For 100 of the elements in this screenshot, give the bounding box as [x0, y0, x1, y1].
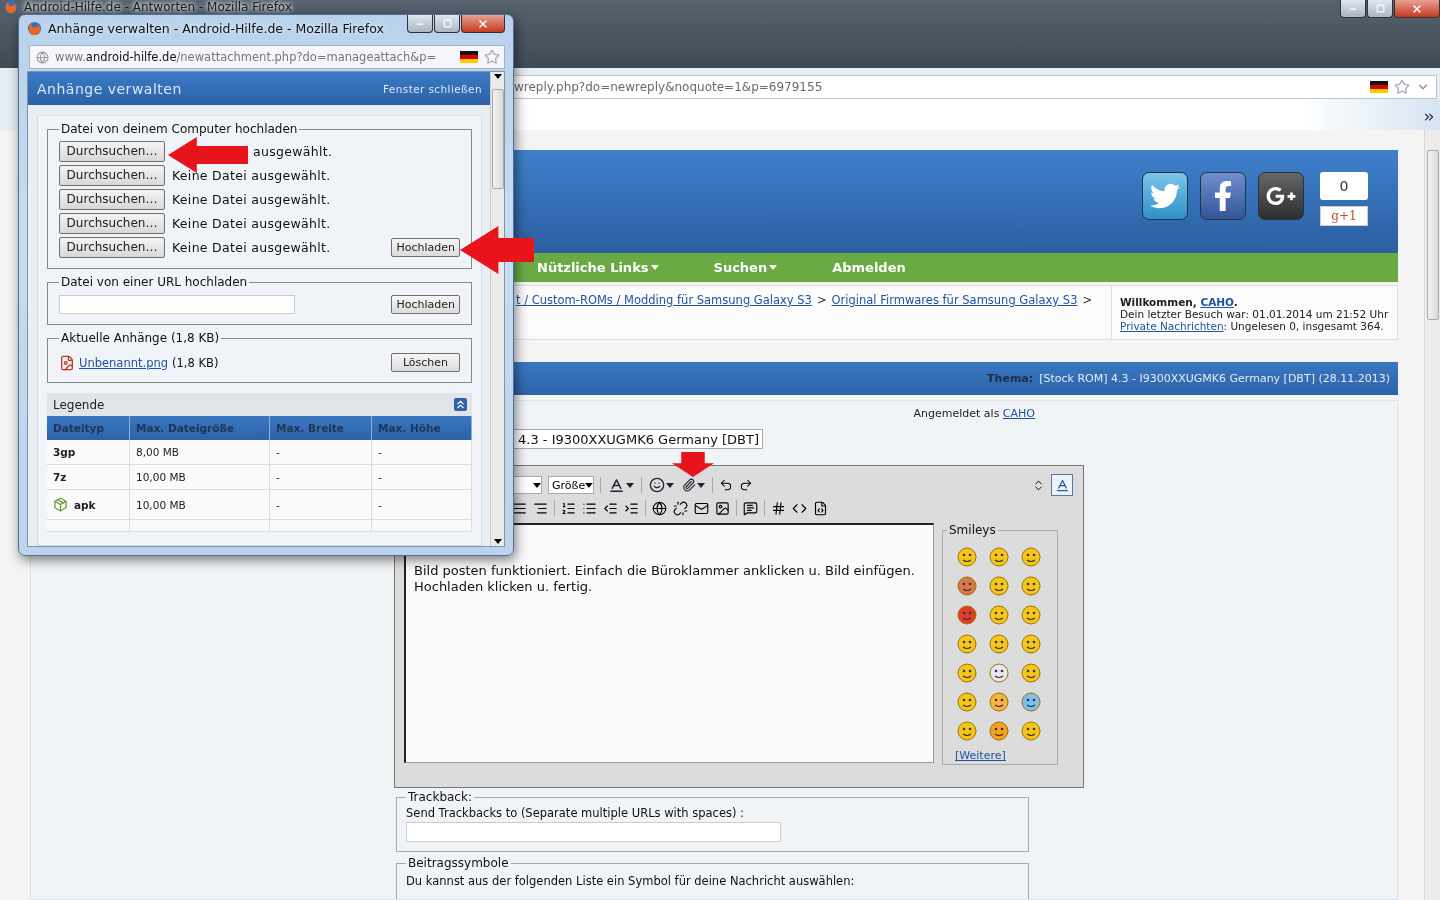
smiley-icon[interactable] [957, 721, 977, 741]
trackback-label: Send Trackbacks to (Separate multiple URLs with spaces) : [406, 806, 745, 820]
globe-icon[interactable] [652, 500, 667, 516]
smiley-icon[interactable] [989, 634, 1009, 654]
url-field[interactable] [59, 295, 295, 314]
browse-button[interactable]: Durchsuchen… [59, 236, 165, 258]
close-button[interactable] [1394, 0, 1440, 18]
undo-icon[interactable] [719, 478, 733, 492]
browse-button[interactable]: Durchsuchen… [59, 140, 165, 162]
smiley-icon[interactable] [1021, 634, 1041, 654]
close-icon [477, 17, 489, 30]
caret-icon [493, 539, 502, 544]
smiley-icon[interactable] [957, 692, 977, 712]
smiley-icon[interactable] [957, 605, 977, 625]
column-header: Dateityp [47, 416, 130, 440]
image-icon[interactable] [715, 500, 730, 516]
smiley-icon[interactable] [1021, 663, 1041, 683]
smiley-icon[interactable] [989, 547, 1009, 567]
minimize-button[interactable] [407, 15, 433, 33]
subject-field[interactable]: 4.3 - I9300XXUGMK6 Germany [DBT] [511, 429, 763, 449]
star-icon[interactable] [1394, 79, 1410, 95]
scrollbar[interactable] [1424, 130, 1440, 900]
redo-icon[interactable] [739, 478, 753, 492]
minimize-button[interactable] [1340, 0, 1366, 18]
caret-icon [493, 74, 502, 79]
close-window-link[interactable]: Fenster schließen [383, 82, 482, 95]
more-link[interactable]: [Weitere] [955, 749, 1006, 762]
format-toggle-button[interactable] [1051, 474, 1073, 496]
messages-link[interactable]: Private Nachrichten [1120, 320, 1224, 332]
smiley-icon[interactable] [957, 576, 977, 596]
scrollbar[interactable] [490, 72, 504, 546]
user-link[interactable]: CAHO [1200, 296, 1234, 308]
smiley-button[interactable] [648, 476, 675, 494]
attachment-link[interactable]: Unbenannt.png [79, 355, 169, 370]
breadcrumb-separator: > [816, 293, 827, 309]
resize-icon[interactable] [1032, 478, 1045, 492]
package-icon [53, 497, 68, 512]
smiley-icon[interactable] [989, 721, 1009, 741]
chevron-icon[interactable] [1422, 110, 1436, 124]
align-right-icon[interactable] [533, 500, 548, 516]
indent-icon[interactable] [624, 500, 639, 516]
smiley-icon[interactable] [989, 692, 1009, 712]
numbered-list-icon[interactable] [561, 500, 576, 516]
close-button[interactable] [461, 15, 505, 33]
social-button[interactable] [1200, 172, 1246, 220]
table-cell: 10,00 MB [130, 490, 270, 520]
column-header: Max. Höhe [372, 416, 472, 440]
maximize-button[interactable] [1367, 0, 1393, 18]
image-file-icon [59, 354, 75, 371]
delete-button[interactable]: Löschen [391, 353, 460, 372]
smileys-legend: Smileys [947, 523, 998, 537]
smiley-icon[interactable] [1021, 692, 1041, 712]
attachment-button[interactable] [681, 476, 706, 494]
smiley-icon [649, 477, 665, 493]
smiley-icon[interactable] [957, 663, 977, 683]
scrollbar-thumb[interactable] [491, 89, 504, 189]
mail-icon[interactable] [694, 500, 709, 516]
smiley-icon[interactable] [957, 634, 977, 654]
unlink-icon[interactable] [673, 500, 688, 516]
message-field[interactable]: Bild posten funktioniert. Einfach die Büroklammer anklicken u. Bild einfügen. Hochladen klicken u. fertig. [404, 523, 934, 763]
bullet-list-icon[interactable] [582, 500, 597, 516]
breadcrumb-link[interactable]: t / Custom-ROMs / Modding für Samsung Galaxy S3 [516, 293, 812, 339]
maximize-button[interactable] [434, 15, 460, 33]
upload-button[interactable]: Hochladen [391, 295, 460, 314]
messages-text: Private Nachrichten: Ungelesen 0, insgesamt 364. [1120, 320, 1385, 332]
social-button[interactable] [1142, 172, 1188, 220]
smiley-icon[interactable] [1021, 547, 1041, 567]
breadcrumb-link[interactable]: Original Firmwares für Samsung Galaxy S3 [831, 293, 1078, 339]
smiley-icon[interactable] [989, 576, 1009, 596]
hash-icon[interactable] [771, 500, 786, 516]
browse-button[interactable]: Durchsuchen… [59, 164, 165, 186]
font-select[interactable] [512, 476, 542, 494]
flag-icon [1370, 81, 1388, 93]
flag-icon [460, 51, 478, 63]
table-cell: - [270, 465, 372, 490]
address-bar[interactable]: www.android-hilfe.de/newattachment.php?do=manageattach&p= [29, 45, 505, 69]
user-link[interactable]: CAHO [1002, 407, 1035, 420]
scrollbar-thumb[interactable] [1426, 150, 1439, 320]
outdent-icon[interactable] [603, 500, 618, 516]
smiley-icon[interactable] [1021, 576, 1041, 596]
font-color-button[interactable] [607, 476, 635, 494]
browse-button[interactable]: Durchsuchen… [59, 212, 165, 234]
social-button[interactable] [1258, 172, 1304, 220]
trackback-field[interactable] [406, 822, 781, 842]
browse-button[interactable]: Durchsuchen… [59, 188, 165, 210]
collapse-icon[interactable] [454, 398, 467, 411]
smiley-icon[interactable] [989, 663, 1009, 683]
quote-icon[interactable] [743, 500, 758, 516]
smiley-icon[interactable] [957, 547, 977, 567]
smiley-icon[interactable] [1021, 605, 1041, 625]
smiley-icon[interactable] [1021, 721, 1041, 741]
size-select[interactable]: Größe [548, 476, 594, 494]
plus-one-button[interactable]: g+1 [1320, 206, 1368, 226]
thread-label: Thema: [987, 372, 1034, 385]
align-justify-icon[interactable] [512, 500, 527, 516]
star-icon[interactable] [484, 49, 500, 65]
smiley-icon[interactable] [989, 605, 1009, 625]
php-file-icon[interactable] [813, 500, 828, 516]
upload-button[interactable]: Hochladen [391, 237, 460, 257]
table-cell: - [372, 440, 472, 465]
